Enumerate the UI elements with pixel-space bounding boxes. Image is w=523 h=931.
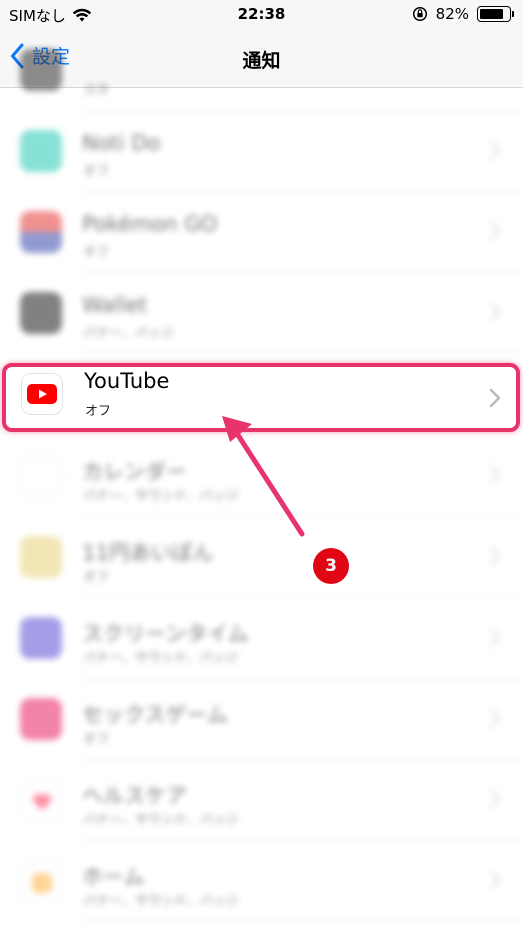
chevron-right-icon bbox=[489, 388, 501, 408]
heart-icon bbox=[33, 794, 51, 810]
orientation-lock-icon bbox=[412, 6, 427, 22]
status-right: 82% bbox=[412, 5, 514, 23]
app-icon bbox=[20, 860, 62, 902]
list-item-title: ヘルスケア bbox=[82, 784, 187, 808]
list-item-title: Pokémon GO bbox=[82, 212, 218, 236]
list-item-title: Wallet bbox=[82, 293, 148, 317]
app-icon bbox=[20, 49, 62, 91]
list-item-title: YouTube bbox=[84, 369, 170, 393]
list-item-subtitle: オフ bbox=[83, 164, 110, 179]
chevron-right-icon bbox=[489, 870, 501, 890]
list-item-title: 11円あいぽん bbox=[82, 541, 214, 565]
list-item-title: スクリーンタイム bbox=[82, 622, 249, 646]
list-item-subtitle: バナー、サウンド、バッジ bbox=[83, 651, 239, 666]
list-item-notido[interactable]: Noti Do オフ bbox=[0, 111, 523, 192]
list-item-subtitle: オフ bbox=[83, 732, 110, 747]
list-item-subtitle: バナー、バッジ bbox=[83, 326, 174, 341]
list-item-subtitle: バナー、サウンド、バッジ bbox=[83, 813, 239, 828]
app-icon bbox=[20, 292, 62, 334]
app-icon bbox=[20, 130, 62, 172]
list-item-subtitle: バナー、サウンド、バッジ bbox=[83, 894, 239, 909]
chevron-right-icon bbox=[489, 221, 501, 241]
list-item[interactable]: スタ bbox=[0, 30, 523, 111]
list-item-wallet[interactable]: Wallet バナー、バッジ bbox=[0, 273, 523, 354]
chevron-right-icon bbox=[489, 627, 501, 647]
app-icon bbox=[20, 455, 62, 497]
chevron-right-icon bbox=[489, 302, 501, 322]
app-icon bbox=[20, 698, 62, 740]
step-badge: 3 bbox=[313, 548, 349, 584]
app-icon bbox=[20, 617, 62, 659]
status-bar: SIMなし 22:38 82% bbox=[0, 0, 523, 30]
list-item-subtitle: オフ bbox=[83, 245, 110, 260]
youtube-logo-icon bbox=[27, 384, 57, 404]
app-icon bbox=[20, 536, 62, 578]
list-item-health[interactable]: ヘルスケア バナー、サウンド、バッジ bbox=[0, 760, 523, 841]
list-item-subtitle: スタ bbox=[83, 83, 110, 98]
chevron-right-icon bbox=[489, 465, 501, 485]
battery-percent: 82% bbox=[435, 5, 469, 23]
chevron-right-icon bbox=[489, 708, 501, 728]
list-item-subtitle: オフ bbox=[83, 570, 110, 585]
list-item-title: セックスゲーム bbox=[82, 703, 228, 727]
chevron-right-icon bbox=[489, 140, 501, 160]
app-icon bbox=[20, 779, 62, 821]
list-item-title: Noti Do bbox=[82, 131, 161, 155]
youtube-icon bbox=[21, 373, 63, 415]
house-icon bbox=[32, 873, 52, 893]
list-item-subtitle: オフ bbox=[85, 404, 112, 419]
list-item-home[interactable]: ホーム バナー、サウンド、バッジ bbox=[0, 841, 523, 922]
list-item-pokemon-go[interactable]: Pokémon GO オフ bbox=[0, 192, 523, 273]
chevron-right-icon bbox=[489, 789, 501, 809]
list-item-title: カレンダー bbox=[82, 460, 187, 484]
chevron-right-icon bbox=[489, 546, 501, 566]
list-item-title: ホーム bbox=[82, 865, 145, 889]
battery-icon bbox=[477, 6, 514, 22]
annotation-arrow bbox=[222, 416, 305, 537]
app-icon bbox=[20, 211, 62, 253]
battery-level bbox=[480, 9, 503, 19]
list-item-game[interactable]: セックスゲーム オフ bbox=[0, 679, 523, 760]
list-item-screen-time[interactable]: スクリーンタイム バナー、サウンド、バッジ bbox=[0, 598, 523, 679]
